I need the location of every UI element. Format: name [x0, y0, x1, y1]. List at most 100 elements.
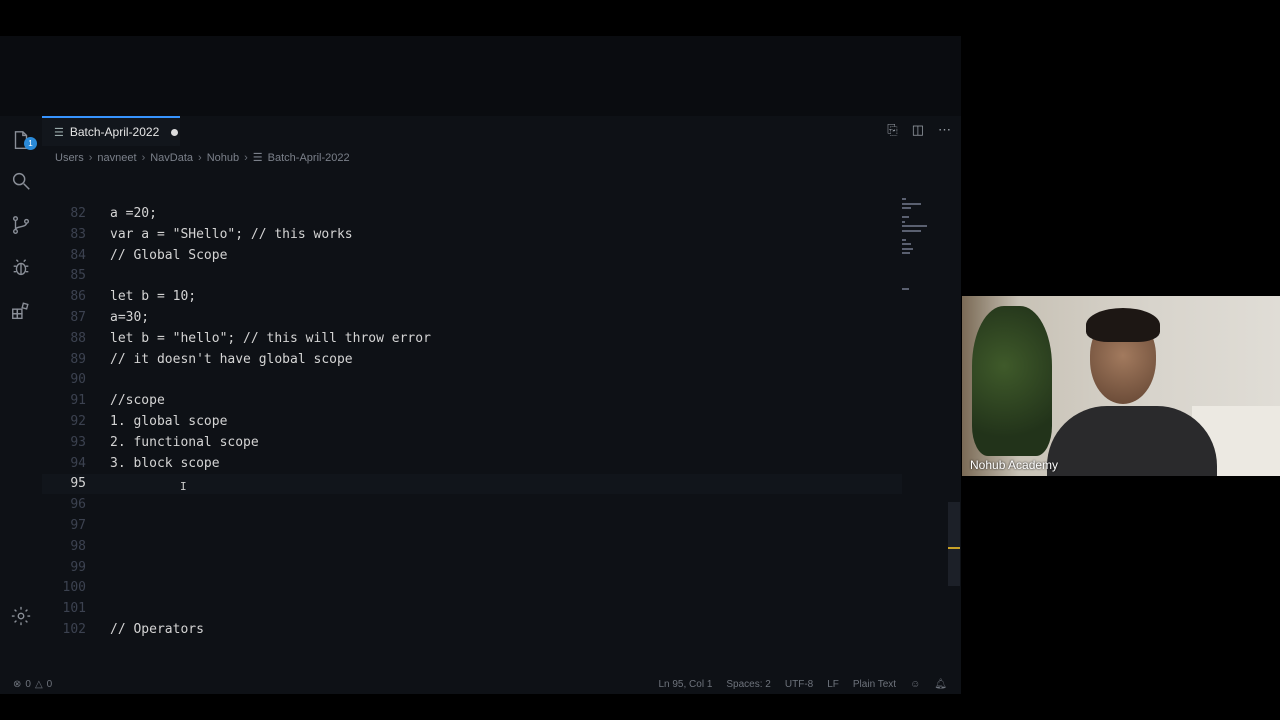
line-number: 100 — [62, 580, 86, 596]
code-text: //scope — [110, 393, 165, 409]
minimap-line — [902, 247, 914, 250]
line-number: 87 — [70, 310, 86, 325]
tab-active-file[interactable]: ☰ Batch-April-2022 — [42, 116, 180, 146]
code-text: 3. block scope — [110, 455, 220, 471]
code-editor[interactable]: 82 a =20; 83 var a = "SHello"; // this work… — [42, 168, 902, 638]
minimap-line — [902, 229, 921, 232]
line-number: 102 — [62, 622, 86, 637]
breadcrumb-item[interactable]: NavData — [150, 152, 193, 164]
minimap[interactable] — [900, 198, 930, 308]
line-number: 99 — [70, 559, 86, 575]
search-icon[interactable] — [9, 169, 33, 193]
code-line[interactable]: 93 2. functional scope — [42, 433, 902, 453]
code-text: // Global Scope — [110, 247, 228, 263]
line-number: 95 — [70, 476, 86, 492]
code-line[interactable]: 98 — [42, 537, 902, 557]
encoding[interactable]: UTF-8 — [785, 679, 813, 690]
code-text: a =20; — [110, 206, 157, 221]
notifications-bell-icon[interactable]: 🔔︎ — [934, 679, 947, 690]
webcam-person-hair — [1086, 308, 1160, 342]
warning-icon: △ — [34, 678, 43, 690]
minimap-line — [902, 216, 909, 218]
code-line[interactable]: 97 — [42, 516, 902, 536]
indentation[interactable]: Spaces: 2 — [726, 679, 770, 690]
error-icon: ⊗ — [13, 678, 22, 690]
code-text: 2. functional scope — [110, 434, 259, 450]
code-line[interactable]: 100 — [42, 578, 902, 598]
vertical-scrollbar[interactable] — [948, 502, 960, 586]
code-line[interactable]: 88 let b = "hello"; // this will throw er… — [42, 329, 902, 349]
code-text: let b = "hello"; // this will throw erro… — [110, 330, 431, 346]
code-line[interactable]: 96 — [42, 495, 902, 515]
breadcrumb-item[interactable]: Users — [55, 152, 84, 164]
minimap-line — [902, 252, 911, 254]
status-bar: ⊗ 0 △ 0 Ln 95, Col 1 Spaces: 2 UTF-8 LF … — [0, 674, 961, 694]
webcam-person-body — [1047, 406, 1217, 476]
minimap-line — [902, 225, 927, 227]
code-line[interactable]: 101 — [42, 599, 902, 619]
code-line[interactable]: 83 var a = "SHello"; // this works — [42, 225, 902, 245]
line-number: 83 — [70, 226, 86, 242]
code-line[interactable]: 91 //scope — [42, 391, 902, 411]
source-control-icon[interactable] — [9, 213, 33, 237]
chevron-right-icon: › — [244, 151, 248, 164]
more-actions-icon[interactable]: ⋯ — [938, 122, 951, 138]
code-line[interactable]: 87 a=30; — [42, 308, 902, 328]
cursor-position[interactable]: Ln 95, Col 1 — [658, 679, 712, 690]
breadcrumb-item[interactable]: Batch-April-2022 — [268, 152, 350, 164]
minimap-line — [902, 288, 910, 290]
line-number: 91 — [70, 393, 86, 409]
code-line[interactable]: 94 3. block scope — [42, 454, 902, 474]
breadcrumb-item[interactable]: Nohub — [207, 152, 239, 164]
extensions-icon[interactable] — [9, 299, 33, 323]
line-number: 97 — [70, 518, 86, 533]
code-line[interactable]: 82 a =20; — [42, 204, 902, 224]
status-right: Ln 95, Col 1 Spaces: 2 UTF-8 LF Plain Te… — [658, 679, 947, 690]
code-line[interactable]: 102 // Operators — [42, 620, 902, 638]
files-badge: 1 — [24, 137, 37, 150]
settings-gear-icon[interactable] — [9, 604, 33, 628]
code-line[interactable]: 85 — [42, 266, 902, 286]
code-line[interactable]: 92 1. global scope — [42, 412, 902, 432]
code-text: var a = "SHello"; // this works — [110, 226, 353, 242]
chevron-right-icon: › — [88, 151, 93, 164]
open-preview-icon[interactable]: ⎘ — [887, 122, 897, 138]
minimap-line — [902, 207, 911, 209]
editor-actions: ⎘ ◫ ⋯ — [887, 122, 951, 138]
line-number: 84 — [70, 247, 86, 263]
split-editor-icon[interactable]: ◫ — [912, 122, 924, 138]
end-of-line[interactable]: LF — [827, 679, 839, 690]
code-line[interactable]: 86 let b = 10; — [42, 287, 902, 307]
editor-window: 1 ☰ Batch-April-2022 ⎘ ◫ ⋯ Users › navnee… — [0, 36, 961, 694]
minimap-line — [902, 243, 911, 245]
chevron-right-icon: › — [141, 151, 146, 164]
code-line[interactable]: 89 // it doesn't have global scope — [42, 350, 902, 370]
unsaved-dot-icon[interactable] — [171, 128, 179, 136]
feedback-icon[interactable]: ☺ — [910, 679, 920, 690]
debug-icon[interactable] — [9, 256, 33, 280]
language-mode[interactable]: Plain Text — [853, 679, 896, 690]
breadcrumb-item[interactable]: navneet — [97, 152, 136, 164]
line-number: 90 — [70, 372, 86, 388]
code-line[interactable]: 84 // Global Scope — [42, 246, 902, 266]
line-number: 92 — [70, 414, 86, 429]
webcam-plant — [972, 306, 1052, 456]
line-number: 85 — [70, 268, 86, 284]
problems-indicator[interactable]: ⊗ 0 △ 0 — [13, 679, 52, 690]
code-line[interactable]: 90 — [42, 370, 902, 390]
warning-count: 0 — [46, 678, 53, 690]
activity-bar — [0, 116, 42, 666]
line-number: 82 — [70, 206, 86, 221]
code-line[interactable]: 99 — [42, 558, 902, 578]
minimap-line — [902, 198, 906, 200]
minimap-line — [902, 220, 905, 223]
webcam-feed: Nohub Academy — [962, 296, 1280, 476]
tab-bar: ☰ Batch-April-2022 ⎘ ◫ ⋯ — [42, 116, 961, 146]
line-number: 94 — [70, 455, 86, 471]
line-number: 101 — [62, 601, 86, 617]
code-text: 1. global scope — [110, 414, 228, 429]
file-icon: ☰ — [252, 152, 263, 164]
title-area — [0, 36, 961, 116]
line-number: 96 — [70, 497, 86, 513]
code-line[interactable]: 95 I — [42, 474, 902, 495]
